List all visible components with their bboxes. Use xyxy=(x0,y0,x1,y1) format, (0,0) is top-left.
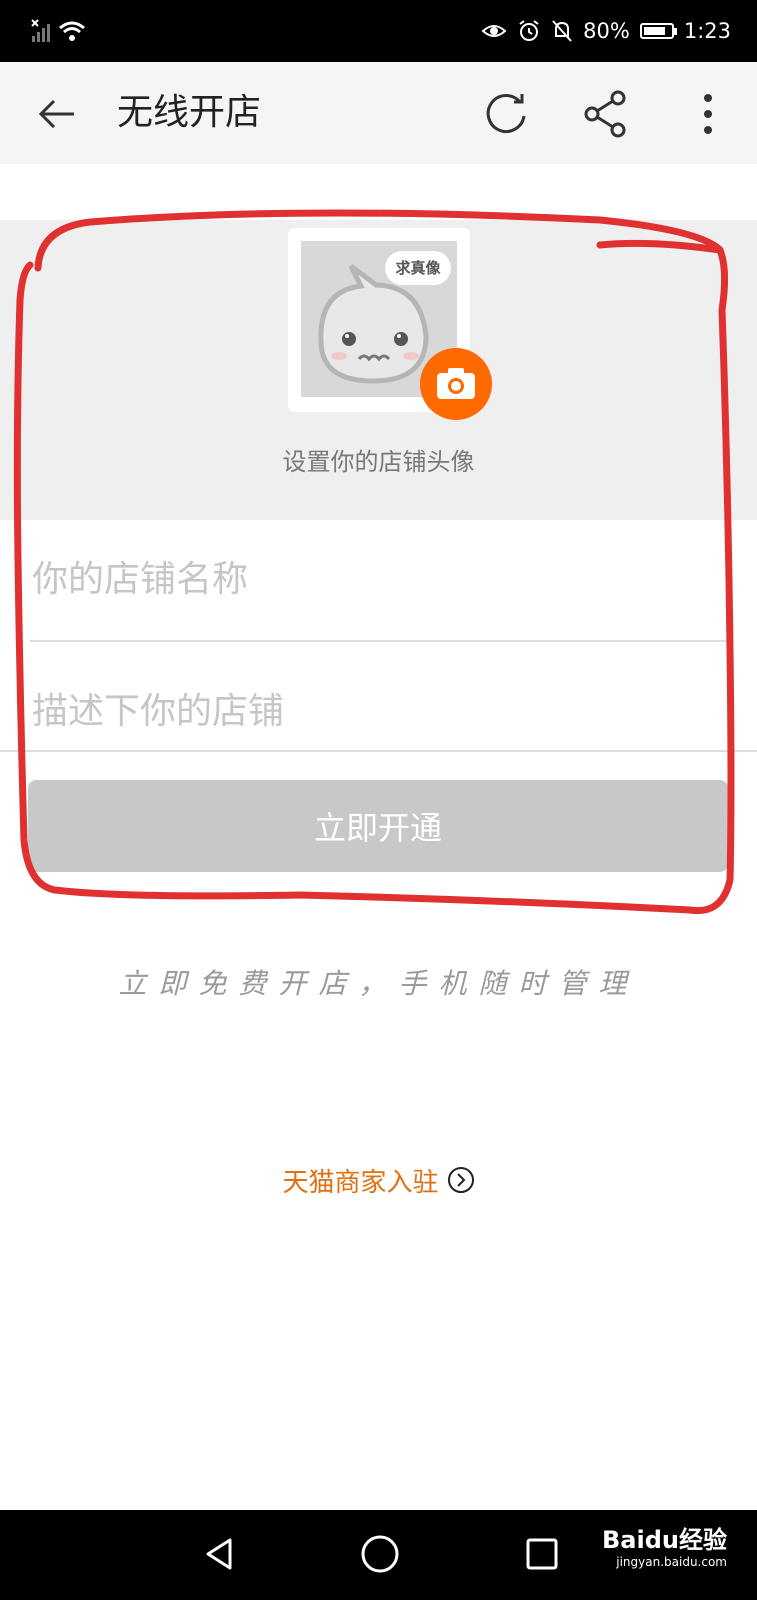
refresh-icon xyxy=(486,94,526,133)
divider xyxy=(30,640,727,642)
status-bar: 80% 1:23 xyxy=(0,0,757,62)
share-icon xyxy=(584,90,626,138)
share-button[interactable] xyxy=(580,88,632,140)
status-right: 80% 1:23 xyxy=(481,14,731,48)
page-title: 无线开店 xyxy=(117,92,262,133)
nav-recents-button[interactable] xyxy=(522,1534,562,1574)
nav-back-button[interactable] xyxy=(200,1534,240,1574)
store-name-input[interactable] xyxy=(30,528,734,630)
triangle-back-icon xyxy=(206,1538,232,1570)
tmall-merchant-link[interactable]: 天猫商家入驻 xyxy=(0,1162,757,1201)
more-button[interactable] xyxy=(690,88,726,140)
alarm-icon xyxy=(519,20,539,41)
status-time: 1:23 xyxy=(683,19,731,43)
tmall-link-label: 天猫商家入驻 xyxy=(282,1168,439,1198)
store-description-input[interactable] xyxy=(30,660,734,762)
back-arrow-icon xyxy=(38,99,74,129)
system-nav-bar: Baidu经验 jingyan.baidu.com xyxy=(0,1510,757,1600)
avatar-speech-bubble: 求真像 xyxy=(385,251,451,285)
chevron-right-circle-icon xyxy=(447,1166,475,1201)
watermark-url: jingyan.baidu.com xyxy=(616,1555,727,1569)
watermark-brand: Baidu经验 xyxy=(602,1526,727,1554)
square-recents-icon xyxy=(526,1538,558,1570)
avatar-label: 设置你的店铺头像 xyxy=(282,448,475,476)
camera-icon xyxy=(437,368,475,399)
signal-wifi-icons xyxy=(30,16,90,46)
nav-home-button[interactable] xyxy=(358,1532,402,1576)
battery-icon xyxy=(639,23,677,39)
mute-bell-icon xyxy=(552,20,572,42)
app-bar: 无线开店 xyxy=(0,62,757,164)
circle-home-icon xyxy=(361,1535,399,1573)
signal-icon xyxy=(31,19,85,42)
refresh-button[interactable] xyxy=(480,88,532,140)
tagline: 立即免费开店，手机随时管理 xyxy=(118,967,639,1000)
open-store-button[interactable]: 立即开通 xyxy=(28,780,728,872)
battery-fill xyxy=(643,27,665,35)
battery-percent: 80% xyxy=(583,19,630,43)
eye-icon xyxy=(481,25,507,37)
baidu-watermark: Baidu经验 jingyan.baidu.com xyxy=(602,1520,727,1569)
avatar-section: 求真像 设置你的店铺头像 xyxy=(0,220,757,520)
camera-button[interactable] xyxy=(420,348,492,420)
divider xyxy=(0,750,757,752)
more-vert-icon xyxy=(704,94,712,134)
back-button[interactable] xyxy=(34,90,82,138)
